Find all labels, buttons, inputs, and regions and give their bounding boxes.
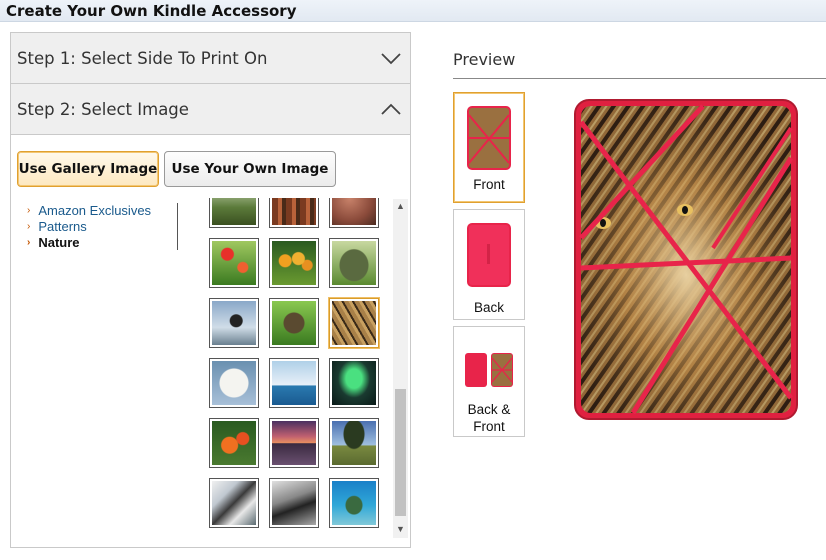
- gallery-thumb-snowy-mountain[interactable]: [209, 478, 259, 528]
- scrollbar-thumb[interactable]: [395, 389, 406, 516]
- category-list: › Amazon Exclusives › Patterns › Nature: [27, 203, 151, 251]
- scroll-down-icon[interactable]: ▼: [396, 524, 405, 534]
- gallery-thumb-polar-bear[interactable]: [209, 358, 259, 408]
- cover-preview-image: [574, 99, 798, 420]
- arrow-right-icon: ›: [27, 221, 31, 232]
- page-title: Create Your Own Kindle Accessory: [6, 2, 297, 20]
- gallery-thumb-sunset[interactable]: [269, 418, 319, 468]
- image-gallery: [207, 198, 393, 538]
- arrow-right-icon: ›: [27, 237, 31, 248]
- back-front-thumbnail: [465, 353, 513, 387]
- gallery-thumb-birds[interactable]: [269, 238, 319, 288]
- chevron-down-icon: [381, 53, 401, 65]
- category-amazon-exclusives[interactable]: › Amazon Exclusives: [27, 203, 151, 219]
- gallery-thumb-redwoods[interactable]: [269, 198, 319, 228]
- category-patterns[interactable]: › Patterns: [27, 219, 151, 235]
- gallery-thumb-rock[interactable]: [329, 198, 379, 228]
- arrow-right-icon: ›: [27, 205, 31, 216]
- back-thumbnail: [467, 223, 511, 287]
- preview-option-label: Back: [473, 300, 504, 315]
- gallery-thumb-tiger[interactable]: [329, 298, 379, 348]
- use-own-image-button[interactable]: Use Your Own Image: [164, 151, 336, 187]
- gallery-thumb-bw-landscape[interactable]: [269, 478, 319, 528]
- gallery-thumb-aurora[interactable]: [329, 358, 379, 408]
- header-bar: Create Your Own Kindle Accessory: [0, 0, 826, 22]
- gallery-thumb-bear-cub[interactable]: [269, 298, 319, 348]
- divider: [177, 203, 178, 250]
- steps-panel: Step 1: Select Side To Print On Step 2: …: [10, 32, 411, 548]
- step2-header[interactable]: Step 2: Select Image: [11, 84, 410, 135]
- preview-option-label: Front: [473, 177, 505, 192]
- gallery-thumb-poppies[interactable]: [209, 238, 259, 288]
- use-gallery-image-button[interactable]: Use Gallery Image: [17, 151, 159, 187]
- gallery-thumb-penguin[interactable]: [209, 298, 259, 348]
- gallery-thumb-orange-flowers[interactable]: [209, 418, 259, 468]
- preview-title: Preview: [453, 50, 516, 69]
- gallery-thumb-savanna-tree[interactable]: [329, 418, 379, 468]
- preview-option-label: Back & Front: [467, 402, 511, 434]
- gallery-thumb-glacier[interactable]: [269, 358, 319, 408]
- divider: [453, 78, 826, 79]
- preview-option-front[interactable]: Front: [453, 92, 525, 203]
- chevron-up-icon: [381, 103, 401, 115]
- preview-option-back-and-front[interactable]: Back & Front: [453, 326, 525, 437]
- step1-header[interactable]: Step 1: Select Side To Print On: [11, 33, 410, 84]
- step2-label: Step 2: Select Image: [17, 99, 189, 119]
- gallery-thumb-meadow[interactable]: [209, 198, 259, 228]
- step1-label: Step 1: Select Side To Print On: [17, 48, 268, 68]
- preview-option-back[interactable]: Back: [453, 209, 525, 320]
- gallery-thumb-turtle-underwater[interactable]: [329, 478, 379, 528]
- gallery-scrollbar[interactable]: ▲ ▼: [393, 199, 408, 538]
- gallery-thumb-turtle[interactable]: [329, 238, 379, 288]
- category-nature[interactable]: › Nature: [27, 235, 151, 251]
- scroll-up-icon[interactable]: ▲: [396, 201, 405, 211]
- front-thumbnail: [467, 106, 511, 170]
